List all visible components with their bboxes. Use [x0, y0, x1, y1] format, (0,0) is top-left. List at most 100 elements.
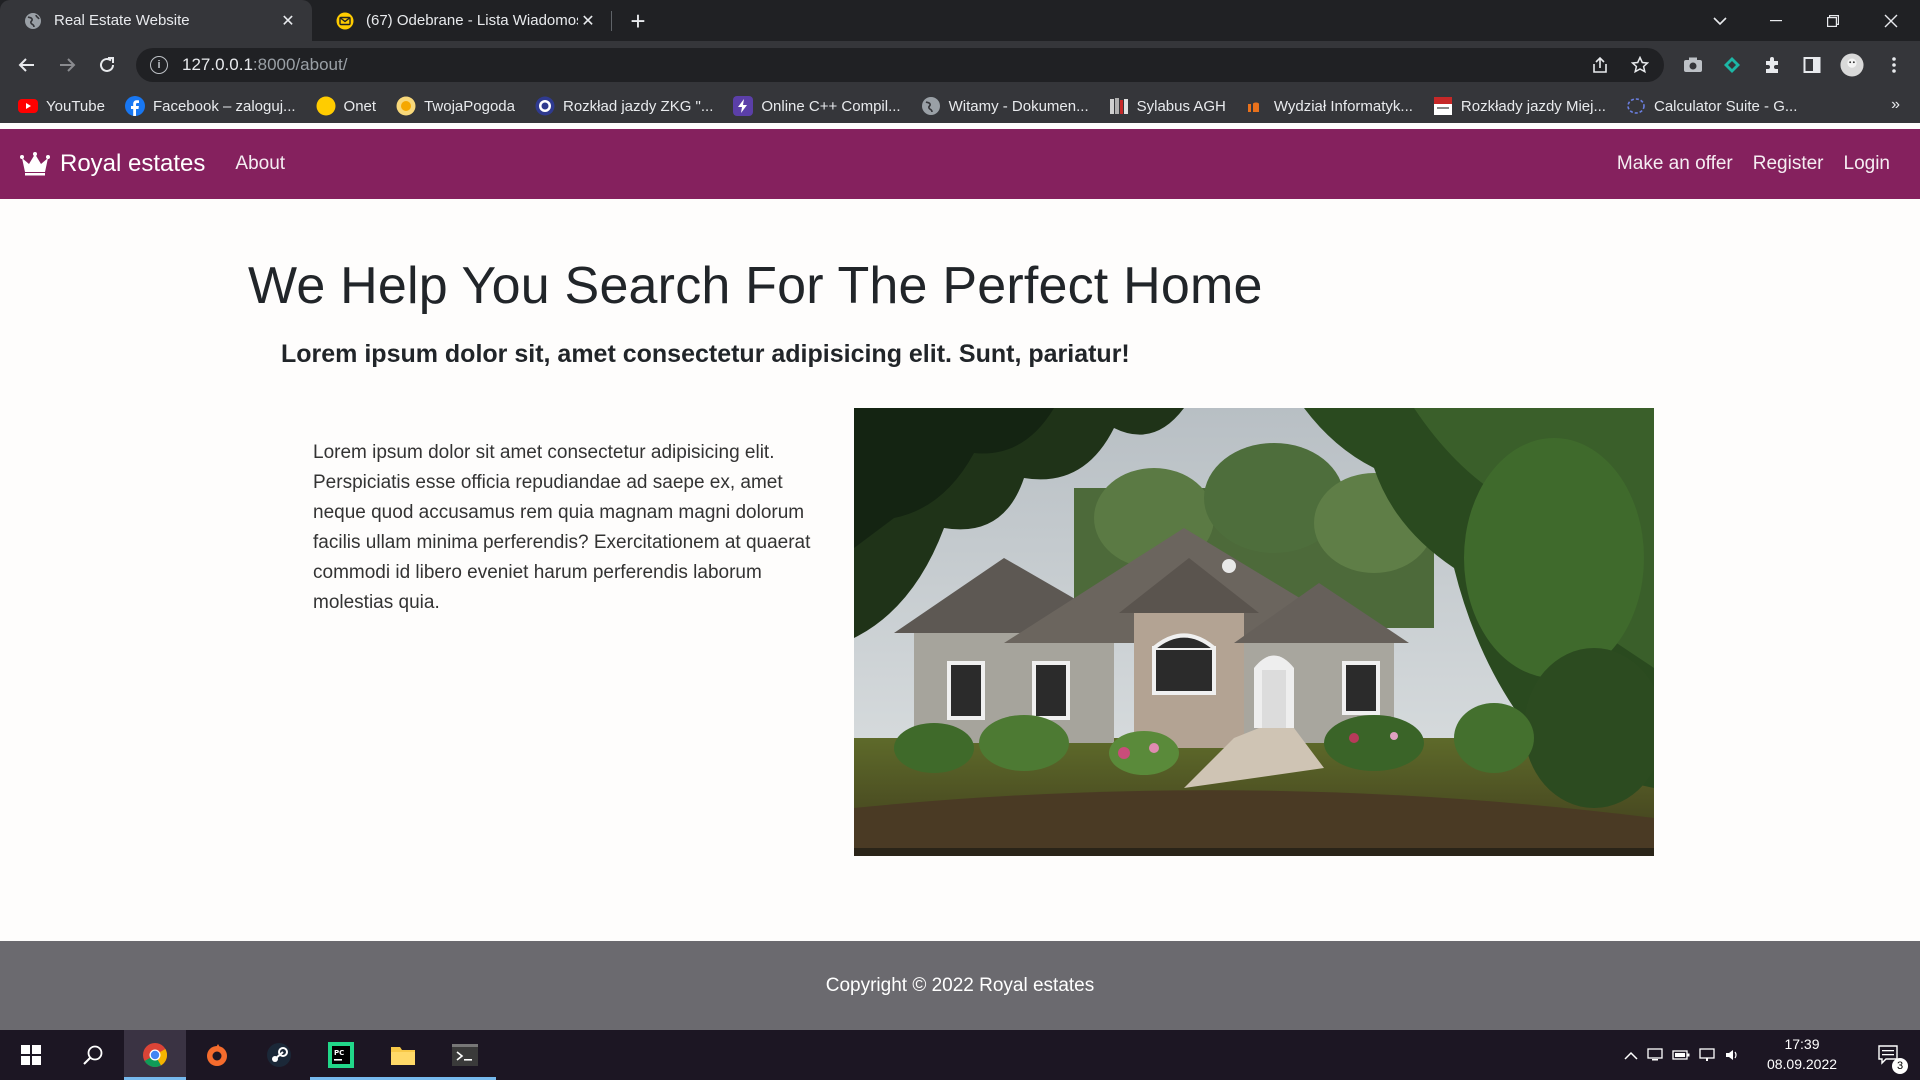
bookmark-facebook[interactable]: Facebook – zaloguj...	[124, 96, 296, 116]
tab-search-icon[interactable]	[1695, 0, 1745, 41]
geogebra-icon	[1626, 96, 1646, 116]
bookmark-label: Facebook – zaloguj...	[152, 97, 296, 115]
globe-icon	[24, 12, 42, 30]
bookmark-rozklady[interactable]: Rozkłady jazdy Miej...	[1433, 96, 1606, 116]
more-bookmarks-icon[interactable]: »	[1891, 96, 1900, 114]
file-explorer-icon[interactable]	[372, 1030, 434, 1080]
bookmark-zkg[interactable]: Rozkład jazdy ZKG "...	[535, 96, 713, 116]
show-hidden-icons-icon[interactable]	[1620, 1051, 1642, 1060]
globe-icon	[921, 96, 941, 116]
crown-icon	[20, 152, 50, 176]
bookmark-star-icon[interactable]	[1631, 56, 1649, 74]
bookmark-label: Witamy - Dokumen...	[948, 97, 1089, 115]
bookmark-label: Sylabus AGH	[1136, 97, 1226, 115]
terminal-icon[interactable]	[434, 1030, 496, 1080]
bookmark-label: Wydział Informatyk...	[1273, 97, 1413, 115]
address-path: :8000/about/	[252, 55, 348, 74]
nav-login-link[interactable]: Login	[1844, 153, 1891, 175]
faculty-icon	[1246, 96, 1266, 116]
house-photo	[854, 408, 1654, 856]
system-tray	[1620, 1030, 1746, 1080]
battery-icon[interactable]	[1668, 1050, 1694, 1060]
taskbar-clock[interactable]: 17:39 08.09.2022	[1762, 1034, 1842, 1074]
steam-icon[interactable]	[248, 1030, 310, 1080]
tab-mail[interactable]: (67) Odebrane - Lista Wiadomości ✕	[312, 0, 612, 41]
close-window-icon[interactable]	[1866, 0, 1916, 41]
reload-icon[interactable]	[93, 51, 121, 79]
bookmark-label: Rozkład jazdy ZKG "...	[562, 97, 714, 115]
nav-register-link[interactable]: Register	[1753, 153, 1824, 175]
tab-real-estate[interactable]: Real Estate Website ✕	[0, 0, 312, 41]
clock-date: 08.09.2022	[1766, 1056, 1838, 1072]
site-footer: Copyright © 2022 Royal estates	[0, 941, 1920, 1030]
about-paragraph: Lorem ipsum dolor sit amet consectetur a…	[313, 442, 811, 613]
bookmark-label: Onet	[343, 97, 377, 115]
bookmark-witamy[interactable]: Witamy - Dokumen...	[921, 96, 1089, 116]
windows-start-icon[interactable]	[0, 1030, 62, 1080]
address-host: 127.0.0.1	[182, 55, 253, 74]
bookmarks-bar: YouTube Facebook – zaloguj... Onet Twoja…	[0, 89, 1920, 123]
profile-avatar-icon[interactable]	[1840, 53, 1864, 77]
bookmark-label: Calculator Suite - G...	[1653, 97, 1798, 115]
svg-text:PC: PC	[334, 1049, 344, 1057]
network-icon[interactable]	[1694, 1048, 1720, 1062]
copyright-text: Copyright © 2022 Royal estates	[825, 974, 1095, 996]
bus-schedule-icon	[535, 96, 555, 116]
facebook-icon	[124, 96, 145, 116]
bookmark-label: YouTube	[46, 97, 105, 115]
restore-icon[interactable]	[1808, 0, 1858, 41]
address-bar[interactable]: i 127.0.0.1 :8000/about/	[136, 48, 1664, 82]
page-subtitle: Lorem ipsum dolor sit, amet consectetur …	[281, 340, 1130, 368]
bookmark-label: Rozkłady jazdy Miej...	[1460, 97, 1606, 115]
volume-icon[interactable]	[1720, 1048, 1746, 1062]
close-tab-icon[interactable]: ✕	[578, 11, 598, 31]
weather-icon	[396, 96, 416, 116]
display-icon[interactable]	[1642, 1048, 1668, 1062]
pycharm-icon[interactable]: PC	[310, 1030, 372, 1080]
diamond-extension-icon[interactable]	[1720, 53, 1744, 77]
bookmark-calculator-suite[interactable]: Calculator Suite - G...	[1626, 96, 1797, 116]
camera-extension-icon[interactable]	[1681, 53, 1705, 77]
nav-about-link[interactable]: About	[235, 153, 285, 175]
mail-icon	[336, 12, 354, 30]
bookmark-sylabus[interactable]: Sylabus AGH	[1109, 96, 1226, 116]
site-info-icon[interactable]: i	[150, 56, 168, 74]
tab-divider	[611, 11, 612, 31]
tab-title: Real Estate Website	[54, 12, 190, 29]
nav-make-offer-link[interactable]: Make an offer	[1617, 153, 1733, 175]
browser-toolbar: i 127.0.0.1 :8000/about/	[0, 41, 1920, 89]
clock-time: 17:39	[1784, 1036, 1820, 1052]
bookmark-youtube[interactable]: YouTube	[18, 96, 105, 116]
back-arrow-icon[interactable]	[13, 51, 41, 79]
browser-tab-strip: Real Estate Website ✕ (67) Odebrane - Li…	[0, 0, 1920, 41]
notifications-icon[interactable]: 3	[1858, 1030, 1920, 1080]
page-title: We Help You Search For The Perfect Home	[248, 257, 1263, 315]
onet-icon	[316, 96, 336, 116]
lightning-icon	[733, 96, 754, 116]
extensions-puzzle-icon[interactable]	[1760, 53, 1784, 77]
brand-link[interactable]: Royal estates	[20, 150, 205, 178]
new-tab-button[interactable]: +	[624, 6, 652, 36]
nav-right-group: Make an offer Register Login	[1617, 129, 1890, 199]
youtube-icon	[18, 96, 38, 116]
bookmark-wydzial[interactable]: Wydział Informatyk...	[1246, 96, 1413, 116]
site-navbar: Royal estates About Make an offer Regist…	[0, 129, 1920, 199]
brand-name: Royal estates	[60, 150, 206, 177]
bookmark-twojapogoda[interactable]: TwojaPogoda	[396, 96, 515, 116]
share-icon[interactable]	[1591, 56, 1609, 74]
bookmark-cpp-compiler[interactable]: Online C++ Compil...	[733, 96, 901, 116]
timetable-icon	[1433, 96, 1453, 116]
bookmark-label: TwojaPogoda	[424, 97, 515, 115]
chrome-icon[interactable]	[124, 1030, 186, 1080]
side-panel-icon[interactable]	[1800, 53, 1824, 77]
origin-icon[interactable]	[186, 1030, 248, 1080]
minimize-icon[interactable]	[1751, 0, 1801, 41]
close-tab-icon[interactable]: ✕	[278, 11, 298, 31]
browser-menu-icon[interactable]	[1882, 53, 1906, 77]
forward-arrow-icon[interactable]	[53, 51, 81, 79]
tab-title: (67) Odebrane - Lista Wiadomości	[366, 12, 578, 29]
search-icon[interactable]	[62, 1030, 124, 1080]
notification-count: 3	[1892, 1058, 1908, 1074]
bookmark-onet[interactable]: Onet	[316, 96, 377, 116]
bookmark-label: Online C++ Compil...	[761, 97, 901, 115]
